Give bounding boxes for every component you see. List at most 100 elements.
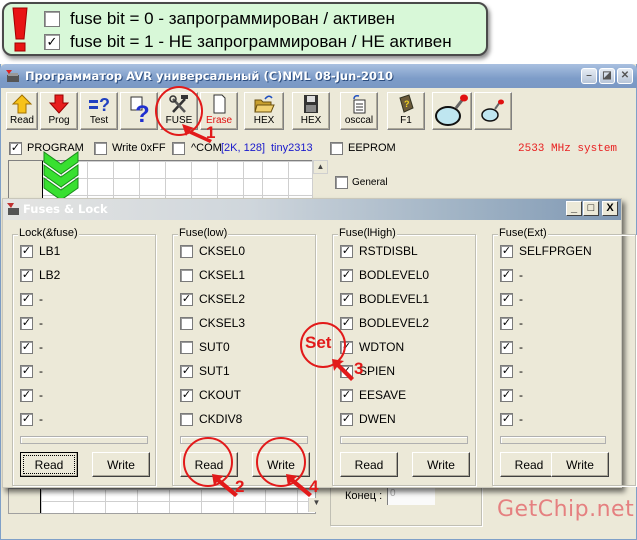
fuse-bit-fuse-high-1[interactable]: ✓ BODLEVEL0 (340, 267, 429, 283)
fuse-bit-fuse-high-0[interactable]: ✓ RSTDISBL (340, 243, 418, 259)
fuse-checkbox[interactable]: ✓ (340, 388, 353, 402)
fuse-checkbox[interactable] (180, 412, 193, 426)
read-lock-button[interactable]: Read (20, 452, 78, 477)
fuse-bit-fuse-ext-4[interactable]: ✓ - (500, 339, 523, 355)
fuses-minimize-button[interactable]: _ (566, 201, 582, 216)
fuse-bit-fuse-high-7[interactable]: ✓ DWEN (340, 411, 396, 427)
write-fuse-high-button[interactable]: Write (412, 452, 470, 477)
fuse-bit-fuse-low-0[interactable]: CKSEL0 (180, 243, 245, 259)
grid-scrollbar[interactable]: ▲ (312, 160, 328, 200)
osccal-button[interactable]: osccal (340, 92, 378, 130)
fuse-checkbox[interactable]: ✓ (500, 316, 513, 330)
fuses-close-button[interactable]: X (602, 201, 618, 216)
fuse-bit-lock-3[interactable]: ✓ - (20, 315, 43, 331)
fuse-checkbox[interactable] (180, 268, 193, 282)
fuse-checkbox[interactable]: ✓ (20, 340, 33, 354)
fuse-checkbox[interactable]: ✓ (20, 292, 33, 306)
memory-grid-lower[interactable] (8, 488, 316, 514)
fuse-checkbox[interactable] (180, 316, 193, 330)
fuse-bit-fuse-ext-2[interactable]: ✓ - (500, 291, 523, 307)
progress-bar (340, 436, 468, 444)
magnifier-small-button[interactable] (474, 92, 512, 130)
exclamation-icon (12, 7, 28, 52)
fuse-checkbox[interactable]: ✓ (20, 268, 33, 282)
eeprom-checkbox[interactable] (330, 142, 343, 155)
fuse-checkbox[interactable]: ✓ (340, 244, 353, 258)
fuse-checkbox[interactable]: ✓ (500, 292, 513, 306)
read-fuse-ext-button[interactable]: Read (500, 452, 558, 477)
scroll-down-icon[interactable]: ▼ (308, 498, 324, 512)
program-checkbox[interactable]: ✓ (9, 142, 22, 155)
fuse-bit-fuse-high-3[interactable]: ✓ BODLEVEL2 (340, 315, 429, 331)
fuse-checkbox[interactable]: ✓ (20, 364, 33, 378)
fuse-bit-fuse-ext-3[interactable]: ✓ - (500, 315, 523, 331)
fuse-checkbox[interactable]: ✓ (340, 268, 353, 282)
fuse-checkbox[interactable]: ✓ (20, 412, 33, 426)
fuse-bit-fuse-low-1[interactable]: CKSEL1 (180, 267, 245, 283)
fuse-bit-fuse-ext-6[interactable]: ✓ - (500, 387, 523, 403)
fuse-bit-lock-1[interactable]: ✓ LB2 (20, 267, 60, 283)
read-fuse-high-button[interactable]: Read (340, 452, 398, 477)
write-ff-checkbox[interactable] (94, 142, 107, 155)
fuse-checkbox[interactable]: ✓ (180, 388, 193, 402)
fuse-checkbox[interactable]: ✓ (500, 412, 513, 426)
general-checkbox[interactable] (335, 176, 348, 189)
fuse-bit-lock-0[interactable]: ✓ LB1 (20, 243, 60, 259)
test-label: Test (89, 115, 109, 126)
save-hex-button[interactable]: HEX (292, 92, 330, 130)
fuse-checkbox[interactable]: ✓ (180, 364, 193, 378)
fuse-checkbox[interactable]: ✓ (340, 316, 353, 330)
fuse-bit-fuse-low-3[interactable]: CKSEL3 (180, 315, 245, 331)
fuse-bit-lock-6[interactable]: ✓ - (20, 387, 43, 403)
read-button[interactable]: Read (6, 92, 38, 130)
prog-button[interactable]: Prog (40, 92, 78, 130)
fuse-label: SUT0 (199, 340, 230, 354)
end-address-input[interactable]: 0 (387, 488, 435, 505)
fuse-bit-fuse-low-6[interactable]: ✓ CKOUT (180, 387, 241, 403)
fuse-checkbox[interactable]: ✓ (20, 316, 33, 330)
fuse-checkbox[interactable] (180, 340, 193, 354)
fuse-bit-lock-7[interactable]: ✓ - (20, 411, 43, 427)
fuse-bit-fuse-high-6[interactable]: ✓ EESAVE (340, 387, 406, 403)
scroll-up-icon[interactable]: ▲ (313, 160, 328, 174)
fuse-bit-fuse-ext-1[interactable]: ✓ - (500, 267, 523, 283)
open-hex-button[interactable]: HEX (244, 92, 284, 130)
fuse-checkbox[interactable]: ✓ (500, 244, 513, 258)
maximize-button[interactable]: ◪ (599, 68, 615, 84)
help-button[interactable]: ? (120, 92, 158, 130)
fuse-bit-fuse-low-7[interactable]: CKDIV8 (180, 411, 242, 427)
fuse-checkbox[interactable]: ✓ (500, 340, 513, 354)
fuse-checkbox[interactable]: ✓ (340, 292, 353, 306)
fuse-checkbox[interactable]: ✓ (180, 292, 193, 306)
fuse-bit-fuse-low-2[interactable]: ✓ CKSEL2 (180, 291, 245, 307)
fuse-bit-fuse-high-4[interactable]: ✓ WDTON (340, 339, 404, 355)
fuse-checkbox[interactable]: ✓ (500, 268, 513, 282)
fuse-checkbox[interactable]: ✓ (500, 388, 513, 402)
document-icon (213, 94, 226, 114)
fuse-bit-fuse-low-5[interactable]: ✓ SUT1 (180, 363, 230, 379)
fuse-bit-fuse-ext-0[interactable]: ✓ SELFPRGEN (500, 243, 592, 259)
fuse-checkbox[interactable]: ✓ (340, 412, 353, 426)
write-fuse-ext-button[interactable]: Write (551, 452, 609, 477)
close-button[interactable]: ✕ (617, 68, 633, 84)
fuse-checkbox[interactable]: ✓ (20, 244, 33, 258)
fuse-label: CKSEL2 (199, 292, 246, 306)
fuse-checkbox[interactable] (180, 244, 193, 258)
fuses-maximize-button[interactable]: □ (583, 201, 599, 216)
main-window-titlebar[interactable]: Программатор AVR универсальный (C)NML 08… (0, 64, 637, 88)
minimize-button[interactable]: – (581, 68, 597, 84)
magnifier-large-button[interactable] (432, 92, 472, 130)
fuse-bit-lock-5[interactable]: ✓ - (20, 363, 43, 379)
fuse-bit-fuse-ext-7[interactable]: ✓ - (500, 411, 523, 427)
fuse-bit-fuse-high-2[interactable]: ✓ BODLEVEL1 (340, 291, 429, 307)
fuses-window-titlebar[interactable]: Fuses & Lock (3, 199, 621, 220)
fuse-checkbox[interactable]: ✓ (20, 388, 33, 402)
write-lock-button[interactable]: Write (92, 452, 150, 477)
fuse-checkbox[interactable]: ✓ (500, 364, 513, 378)
fuse-bit-lock-4[interactable]: ✓ - (20, 339, 43, 355)
fuse-bit-fuse-low-4[interactable]: SUT0 (180, 339, 230, 355)
test-button[interactable]: ? Test (80, 92, 118, 130)
fuse-bit-fuse-ext-5[interactable]: ✓ - (500, 363, 523, 379)
fuse-bit-lock-2[interactable]: ✓ - (20, 291, 43, 307)
f1-help-button[interactable]: ? F1 (387, 92, 425, 130)
